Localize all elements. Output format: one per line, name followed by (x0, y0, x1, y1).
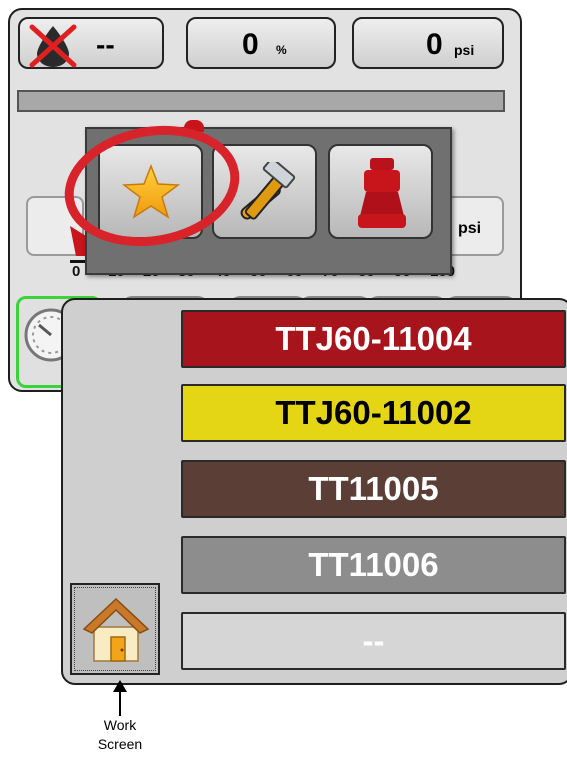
tip-label: TTJ60-11002 (275, 394, 472, 431)
pressure-status-box[interactable]: 0 psi (352, 17, 504, 69)
tip-option[interactable]: TT11005 (181, 460, 566, 518)
percent-value: 0 (242, 28, 259, 61)
pressure-value: 0 (426, 28, 443, 61)
callout-line-1: Work (103, 717, 137, 733)
percent-unit: % (276, 43, 287, 57)
tip-label: TTJ60-11004 (275, 320, 472, 357)
product-status-box[interactable]: -- (18, 17, 164, 69)
hammer-wrench-icon (240, 162, 296, 220)
no-product-drop-icon (29, 24, 77, 68)
home-button[interactable] (70, 583, 160, 675)
tip-option[interactable]: TTJ60-11004 (181, 310, 566, 368)
tip-label: TT11005 (308, 470, 439, 507)
pressure-unit: psi (454, 42, 475, 58)
callout-line (119, 686, 121, 716)
nozzle-icon (358, 158, 406, 228)
home-icon (82, 597, 150, 662)
gauge-tick: 0 (72, 263, 81, 280)
section-status-bar (17, 90, 505, 112)
work-screen-callout: Work Screen (70, 716, 170, 754)
product-value: -- (96, 29, 115, 60)
tip-option[interactable]: TT11006 (181, 536, 566, 594)
gauge-needle-icon (70, 226, 86, 256)
tip-option[interactable]: -- (181, 612, 566, 670)
callout-line-2: Screen (97, 736, 143, 752)
tip-label: TT11006 (308, 546, 439, 583)
percent-status-box[interactable]: 0 % (186, 17, 336, 69)
nozzle-menu-button[interactable] (328, 144, 433, 239)
tip-option[interactable]: TTJ60-11002 (181, 384, 566, 442)
tip-label: -- (362, 622, 385, 659)
gauge-unit: psi (458, 220, 482, 237)
